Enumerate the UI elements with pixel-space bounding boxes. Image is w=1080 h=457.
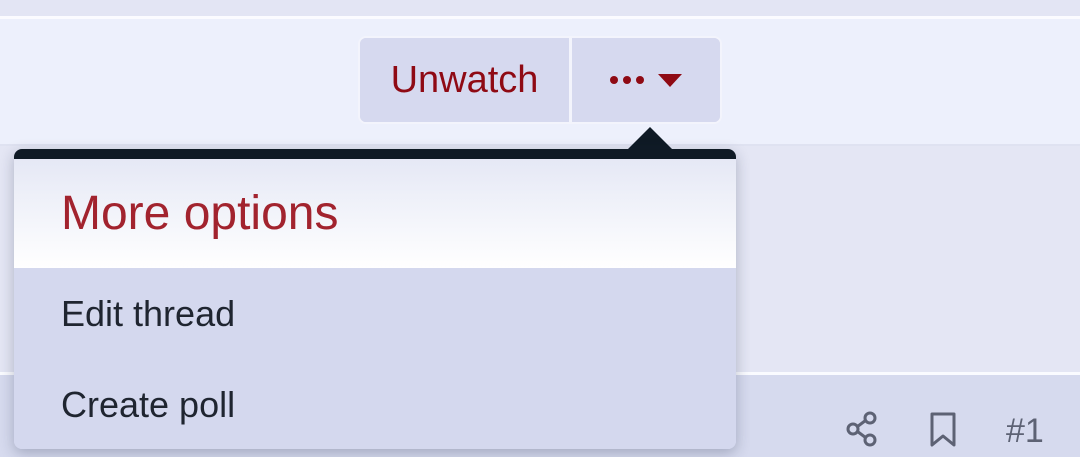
caret-down-icon [658, 73, 682, 87]
thread-action-group: Unwatch [358, 36, 722, 124]
menu-pointer [626, 127, 674, 151]
bookmark-icon[interactable] [928, 412, 958, 448]
more-options-button[interactable] [572, 38, 720, 122]
menu-title: More options [61, 187, 339, 240]
unwatch-button[interactable]: Unwatch [360, 38, 572, 122]
post-number-link[interactable]: #1 [1006, 412, 1044, 451]
menu-header: More options [14, 159, 736, 268]
menu-item-edit-thread[interactable]: Edit thread [14, 268, 736, 359]
menu-top-bar [14, 149, 736, 159]
menu-item-create-poll[interactable]: Create poll [14, 359, 736, 449]
ellipsis-icon [610, 76, 644, 84]
share-icon[interactable] [845, 411, 879, 447]
more-options-menu: More options Edit thread Create poll [14, 149, 736, 449]
top-strip [0, 0, 1080, 16]
